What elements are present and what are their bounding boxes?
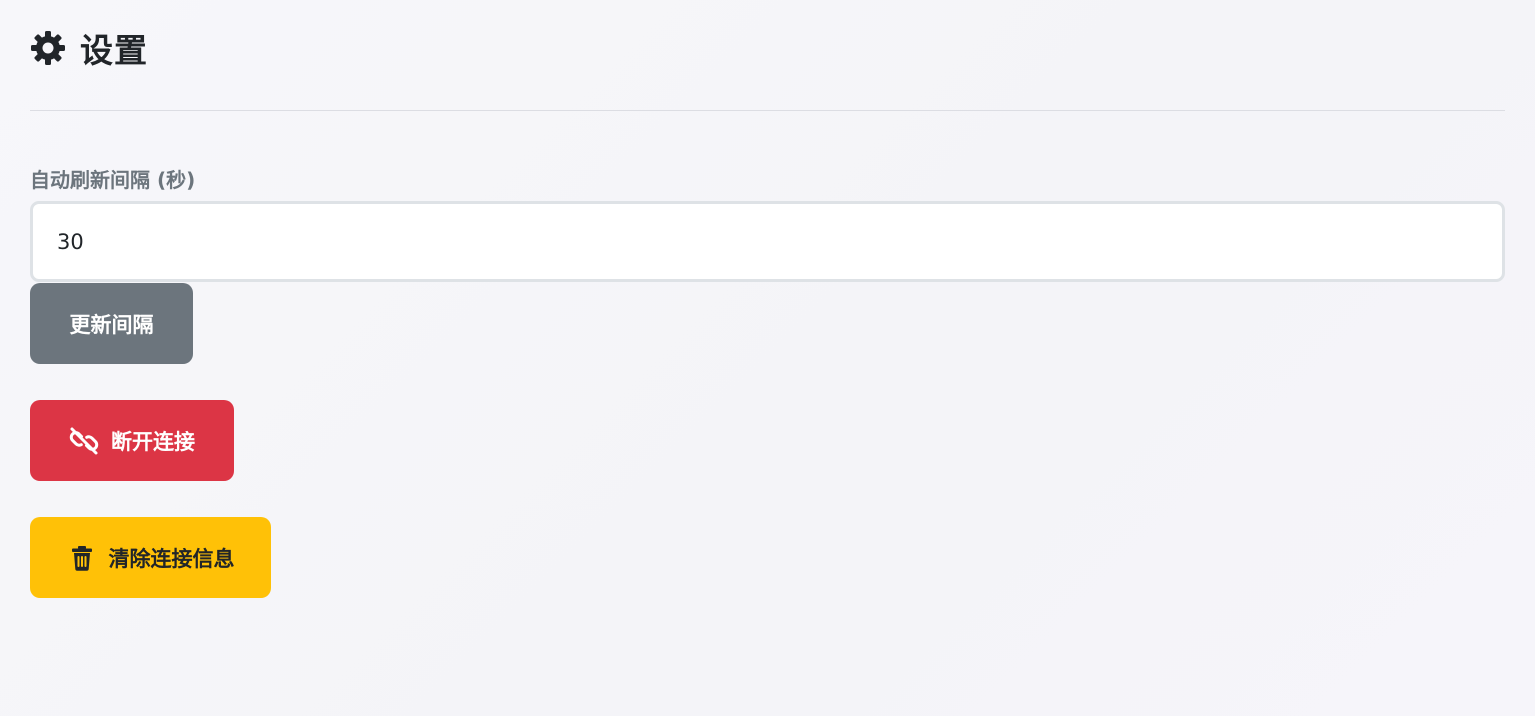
- unlink-icon: [69, 426, 99, 456]
- disconnect-button-label: 断开连接: [111, 429, 195, 454]
- page-title: 设置: [80, 31, 148, 70]
- update-interval-button-label: 更新间隔: [69, 312, 154, 337]
- settings-page: 设置 自动刷新间隔 (秒) 更新间隔 断开连接: [0, 0, 1535, 716]
- update-interval-button[interactable]: 更新间隔: [30, 283, 193, 364]
- refresh-interval-input[interactable]: [30, 201, 1505, 282]
- disconnect-button[interactable]: 断开连接: [30, 400, 234, 481]
- refresh-interval-label: 自动刷新间隔 (秒): [30, 168, 196, 192]
- clear-connection-button[interactable]: 清除连接信息: [30, 517, 271, 598]
- gear-icon: [30, 30, 66, 66]
- clear-connection-button-label: 清除连接信息: [108, 546, 235, 571]
- header-divider: [30, 110, 1505, 111]
- trash-icon: [67, 543, 97, 573]
- page-header: 设置: [30, 24, 148, 72]
